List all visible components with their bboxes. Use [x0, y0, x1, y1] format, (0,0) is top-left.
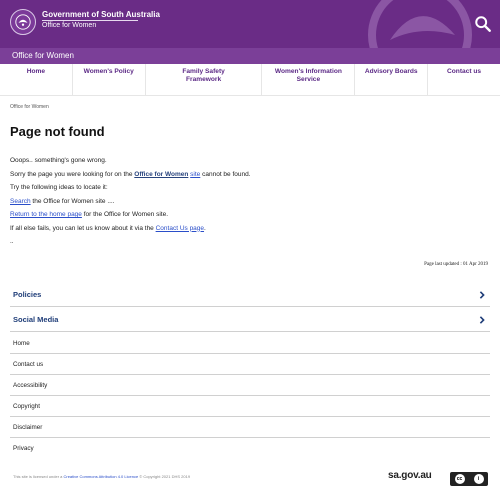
sa-gov-au-logo[interactable]: sa.gov.au — [388, 470, 432, 481]
footer-links: Home Contact us Accessibility Copyright … — [10, 333, 490, 459]
accordion-policies[interactable]: Policies — [10, 283, 490, 307]
nav-item-family-safety-framework[interactable]: Family Safety Framework — [146, 64, 263, 95]
licence-link[interactable]: Creative Commons Attribution 4.0 Licence — [63, 474, 138, 479]
return-home-link[interactable]: Return to the home page — [10, 211, 82, 218]
nav-item-advisory-boards[interactable]: Advisory Boards — [355, 64, 429, 95]
attribution-icon: i — [473, 474, 484, 484]
chevron-right-icon — [479, 315, 485, 324]
content-line: Try the following ideas to locate it: — [10, 184, 108, 191]
office-name: Office for Women — [42, 22, 97, 29]
government-name: Government of South Australia — [42, 10, 160, 19]
chevron-right-icon — [479, 290, 485, 299]
site-header: Government of South Australia Office for… — [0, 0, 500, 48]
page-title: Page not found — [10, 124, 105, 139]
page-last-updated: Page last updated : 01 Apr 2019 — [424, 262, 488, 267]
site-subbar[interactable]: Office for Women — [0, 48, 500, 64]
accordion-label: Policies — [13, 290, 42, 299]
content-line: Sorry the page you were looking for on t… — [10, 170, 251, 178]
content-line: If all else fails, you can let us know a… — [10, 224, 206, 232]
nav-item-home[interactable]: Home — [0, 64, 73, 95]
nav-item-contact-us[interactable]: Contact us — [428, 64, 500, 95]
footer-link-disclaimer[interactable]: Disclaimer — [10, 417, 490, 438]
search-icon[interactable] — [474, 15, 492, 33]
footer-link-copyright[interactable]: Copyright — [10, 396, 490, 417]
header-decoration-icon — [368, 0, 472, 48]
breadcrumb[interactable]: Office for Women — [10, 104, 49, 110]
header-divider — [42, 20, 138, 21]
page-content: Ooops.. something's gone wrong. Sorry th… — [10, 154, 470, 249]
accordion-social-media[interactable]: Social Media — [10, 308, 490, 332]
footer-link-home[interactable]: Home — [10, 333, 490, 354]
footer-link-accessibility[interactable]: Accessibility — [10, 375, 490, 396]
search-link[interactable]: Search — [10, 198, 31, 205]
main-navigation: Home Women's Policy Family Safety Framew… — [0, 64, 500, 96]
footer-link-contact-us[interactable]: Contact us — [10, 354, 490, 375]
content-line: Ooops.. something's gone wrong. — [10, 157, 107, 164]
content-line: .. — [10, 238, 14, 245]
nav-item-womens-policy[interactable]: Women's Policy — [73, 64, 146, 95]
office-for-women-link[interactable]: Office for Women — [134, 171, 188, 178]
nav-item-womens-information-service[interactable]: Women's Information Service — [262, 64, 356, 95]
content-line: Search the Office for Women site .... — [10, 197, 115, 205]
accordion-label: Social Media — [13, 315, 59, 324]
site-link[interactable]: site — [190, 171, 200, 178]
licence-note: This site is licensed under a Creative C… — [13, 474, 191, 479]
creative-commons-badge[interactable]: cc i — [450, 472, 488, 486]
piping-shrike-icon — [15, 14, 31, 30]
content-line: Return to the home page for the Office f… — [10, 211, 169, 218]
footer-link-privacy[interactable]: Privacy — [10, 438, 490, 459]
cc-icon: cc — [454, 474, 465, 484]
contact-us-page-link[interactable]: Contact Us page — [156, 225, 204, 232]
sa-government-logo[interactable] — [10, 9, 36, 35]
